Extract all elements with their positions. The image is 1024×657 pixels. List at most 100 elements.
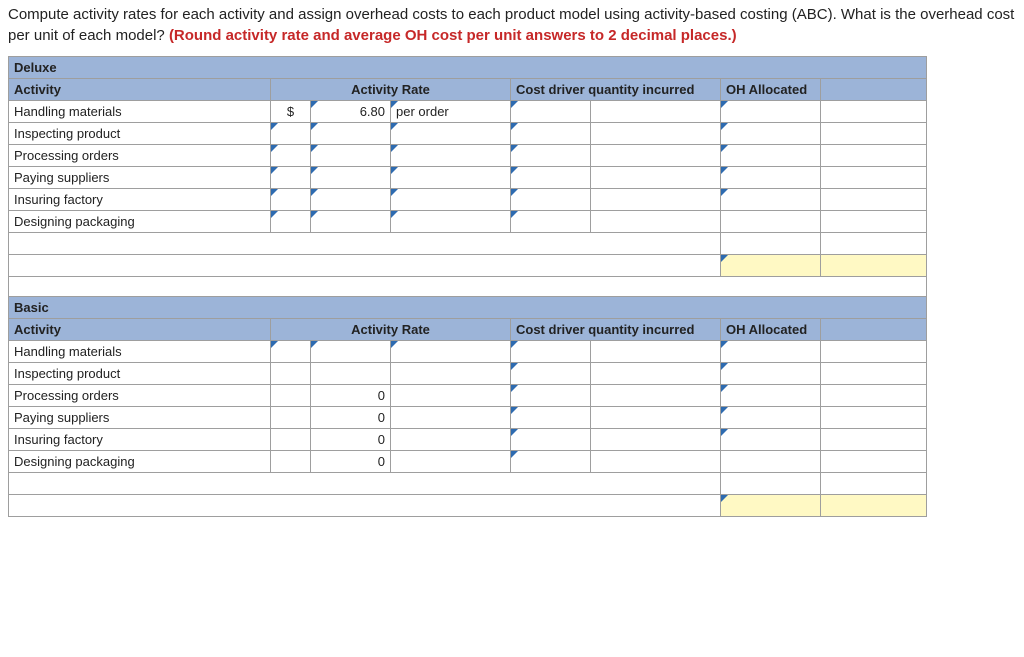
rate-symbol-input[interactable] [271,211,311,233]
blank-cell [9,233,721,255]
col-oh-allocated: OH Allocated [721,79,821,101]
oh-allocated-input[interactable] [721,101,821,123]
col-activity: Activity [9,79,271,101]
activity-name: Handling materials [9,101,271,123]
row-spacer [821,233,927,255]
rate-unit-input[interactable]: per order [391,101,511,123]
blank-cell [9,495,721,517]
activity-name: Insuring factory [9,189,271,211]
col-cost-driver: Cost driver quantity incurred [511,319,721,341]
cost-driver-qty-input[interactable] [511,363,591,385]
rate-symbol-input[interactable] [271,363,311,385]
cost-driver-qty-input[interactable] [511,211,591,233]
col-activity: Activity [9,319,271,341]
activity-name: Designing packaging [9,451,271,473]
rate-unit-input[interactable] [391,407,511,429]
row-spacer [821,167,927,189]
rate-value-input[interactable] [311,341,391,363]
oh-allocated-input[interactable] [721,451,821,473]
oh-total-result[interactable] [721,495,821,517]
cost-driver-qty-input[interactable] [511,341,591,363]
question-instruction: (Round activity rate and average OH cost… [169,27,737,44]
cost-driver-qty-input[interactable] [511,385,591,407]
rate-symbol-input[interactable] [271,167,311,189]
oh-subtotal-input[interactable] [721,473,821,495]
row-spacer [821,363,927,385]
row-spacer [821,145,927,167]
blank-cell [9,255,721,277]
oh-allocated-input[interactable] [721,189,821,211]
rate-value-input[interactable]: 0 [311,385,391,407]
rate-symbol-input[interactable] [271,145,311,167]
oh-allocated-input[interactable] [721,167,821,189]
cost-driver-qty-input[interactable] [511,123,591,145]
rate-value-input[interactable]: 0 [311,407,391,429]
rate-value-input[interactable] [311,189,391,211]
cost-driver-qty-blank [591,123,721,145]
oh-allocated-input[interactable] [721,211,821,233]
cost-driver-qty-input[interactable] [511,407,591,429]
cost-driver-qty-blank [591,167,721,189]
rate-value-input[interactable]: 0 [311,429,391,451]
cost-driver-qty-input[interactable] [511,167,591,189]
oh-total-result[interactable] [721,255,821,277]
rate-value-input[interactable] [311,167,391,189]
oh-allocated-input[interactable] [721,363,821,385]
activity-name: Processing orders [9,385,271,407]
rate-symbol-input[interactable] [271,451,311,473]
oh-allocated-input[interactable] [721,341,821,363]
rate-unit-input[interactable] [391,429,511,451]
rate-symbol-input[interactable] [271,123,311,145]
rate-value-input[interactable] [311,123,391,145]
col-spacer [821,319,927,341]
rate-unit-input[interactable] [391,363,511,385]
oh-allocated-input[interactable] [721,145,821,167]
cost-driver-qty-input[interactable] [511,429,591,451]
blank-cell [9,473,721,495]
cost-driver-qty-blank [591,363,721,385]
question-text: Compute activity rates for each activity… [8,4,1016,46]
activity-name: Designing packaging [9,211,271,233]
oh-allocated-input[interactable] [721,123,821,145]
rate-unit-input[interactable] [391,123,511,145]
cost-driver-qty-input[interactable] [511,451,591,473]
activity-name: Inspecting product [9,363,271,385]
oh-allocated-input[interactable] [721,385,821,407]
rate-unit-input[interactable] [391,451,511,473]
col-cost-driver: Cost driver quantity incurred [511,79,721,101]
cost-driver-qty-blank [591,101,721,123]
col-spacer [821,79,927,101]
row-spacer [821,429,927,451]
row-spacer [821,473,927,495]
row-spacer [821,101,927,123]
oh-subtotal-input[interactable] [721,233,821,255]
rate-symbol-input[interactable] [271,189,311,211]
rate-unit-input[interactable] [391,145,511,167]
rate-unit-input[interactable] [391,189,511,211]
oh-allocated-input[interactable] [721,429,821,451]
rate-symbol-input[interactable] [271,407,311,429]
rate-value-input[interactable] [311,145,391,167]
cost-driver-qty-input[interactable] [511,189,591,211]
cost-driver-qty-input[interactable] [511,101,591,123]
cost-driver-qty-input[interactable] [511,145,591,167]
rate-unit-input[interactable] [391,341,511,363]
row-spacer [821,385,927,407]
activity-name: Paying suppliers [9,407,271,429]
rate-symbol-input[interactable] [271,429,311,451]
rate-value-input[interactable]: 0 [311,451,391,473]
rate-value-input[interactable] [311,363,391,385]
rate-value-input[interactable]: 6.80 [311,101,391,123]
oh-allocated-input[interactable] [721,407,821,429]
rate-unit-input[interactable] [391,211,511,233]
oh-total-spacer [821,495,927,517]
col-activity-rate: Activity Rate [271,319,511,341]
rate-symbol-input[interactable]: $ [271,101,311,123]
rate-symbol-input[interactable] [271,385,311,407]
rate-symbol-input[interactable] [271,341,311,363]
cost-driver-qty-blank [591,145,721,167]
rate-unit-input[interactable] [391,385,511,407]
cost-driver-qty-blank [591,429,721,451]
rate-unit-input[interactable] [391,167,511,189]
rate-value-input[interactable] [311,211,391,233]
